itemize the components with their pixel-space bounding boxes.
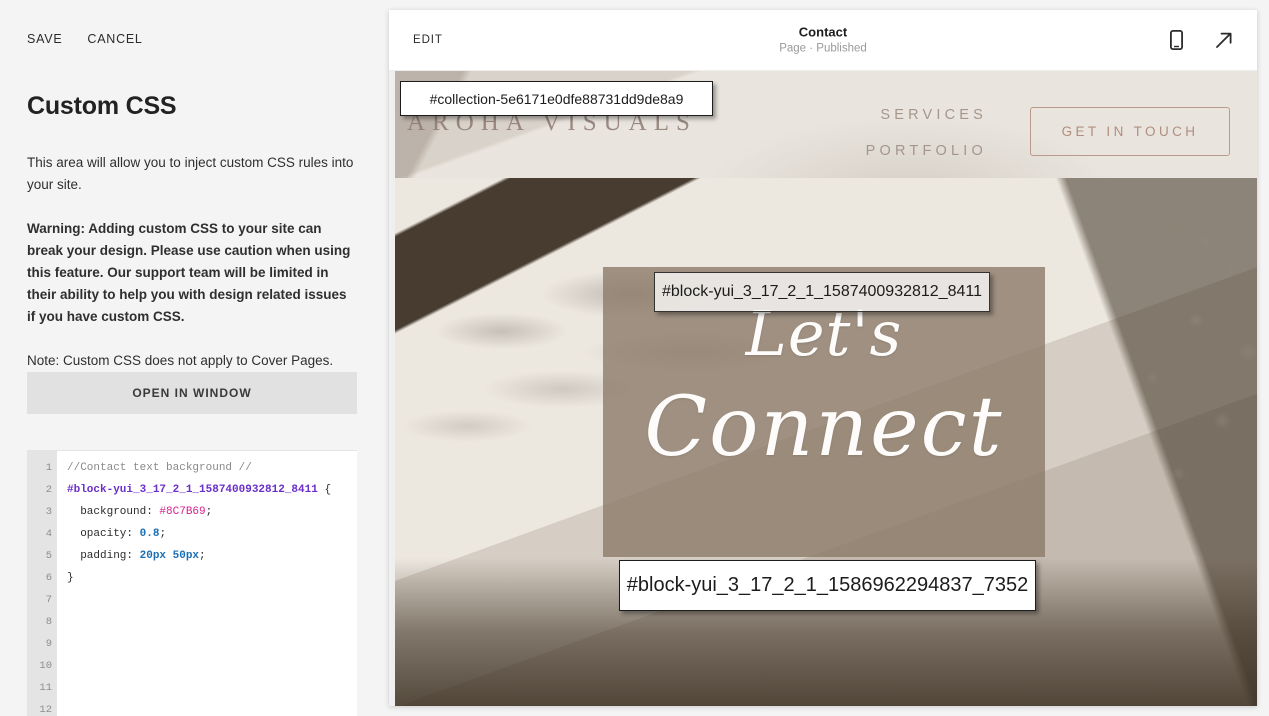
hero-heading-line-2: Connect — [644, 380, 1004, 475]
line-number: 5 — [45, 550, 52, 562]
custom-css-editor-screen: SAVE CANCEL Custom CSS This area will al… — [0, 0, 1269, 716]
panel-action-bar: SAVE CANCEL — [27, 32, 143, 46]
warning-paragraph: Warning: Adding custom CSS to your site … — [27, 221, 351, 324]
get-in-touch-button[interactable]: GET IN TOUCH — [1030, 107, 1230, 156]
nav-link-services[interactable]: SERVICES — [866, 97, 987, 133]
note-paragraph: Note: Custom CSS does not apply to Cover… — [27, 353, 334, 368]
hero-section: Let's Connect — [389, 178, 1257, 706]
code-line: opacity: 0.8; — [67, 528, 167, 540]
preview-header-bar: EDIT Contact Page · Published — [389, 10, 1257, 71]
block-id-tooltip-top: #block-yui_3_17_2_1_1587400932812_8411 — [654, 272, 990, 312]
line-number: 4 — [45, 528, 52, 540]
edit-button[interactable]: EDIT — [413, 34, 443, 46]
line-number-gutter: 1 2 3 4 5 6 7 8 9 10 11 12 — [27, 451, 57, 716]
line-number: 12 — [39, 704, 52, 716]
hero-heading: Let's Connect — [603, 295, 1045, 483]
intro-paragraph: This area will allow you to inject custo… — [27, 155, 354, 192]
panel-description: This area will allow you to inject custo… — [27, 152, 357, 394]
line-number: 8 — [45, 616, 52, 628]
line-number: 6 — [45, 572, 52, 584]
code-text-area[interactable]: //Contact text background // #block-yui_3… — [57, 451, 357, 716]
open-external-arrow-icon[interactable] — [1213, 29, 1235, 51]
custom-css-panel: SAVE CANCEL Custom CSS This area will al… — [0, 0, 383, 716]
collection-id-tooltip: #collection-5e6171e0dfe88731dd9de8a9 — [400, 81, 713, 116]
preview-page-status: Page · Published — [779, 42, 867, 55]
line-number: 10 — [39, 660, 52, 672]
site-nav-links: SERVICES PORTFOLIO — [866, 97, 987, 169]
nav-link-portfolio[interactable]: PORTFOLIO — [866, 133, 987, 169]
css-code-editor[interactable]: 1 2 3 4 5 6 7 8 9 10 11 12 //Contact text backgroun… — [27, 450, 357, 716]
preview-page-info: Contact Page · Published — [389, 24, 1257, 57]
mobile-preview-icon[interactable] — [1165, 29, 1187, 51]
page-title: Custom CSS — [27, 92, 177, 120]
line-number: 1 — [45, 462, 52, 474]
line-number: 9 — [45, 638, 52, 650]
cancel-button[interactable]: CANCEL — [87, 32, 142, 46]
line-number: 2 — [45, 484, 52, 496]
preview-left-edge — [389, 71, 395, 706]
save-button[interactable]: SAVE — [27, 32, 62, 46]
line-number: 7 — [45, 594, 52, 606]
line-number: 11 — [39, 682, 52, 694]
code-line: //Contact text background // — [67, 462, 252, 474]
code-line: background: #8C7B69; — [67, 506, 213, 518]
code-line: padding: 20px 50px; — [67, 550, 206, 562]
code-line: #block-yui_3_17_2_1_1587400932812_8411 { — [67, 484, 332, 496]
line-number: 3 — [45, 506, 52, 518]
block-id-tooltip-bottom: #block-yui_3_17_2_1_1586962294837_7352 — [619, 560, 1036, 611]
open-in-window-button[interactable]: OPEN IN WINDOW — [27, 372, 357, 414]
preview-header-icons — [1165, 29, 1235, 51]
preview-page-title: Contact — [798, 24, 848, 40]
code-line: } — [67, 572, 74, 584]
